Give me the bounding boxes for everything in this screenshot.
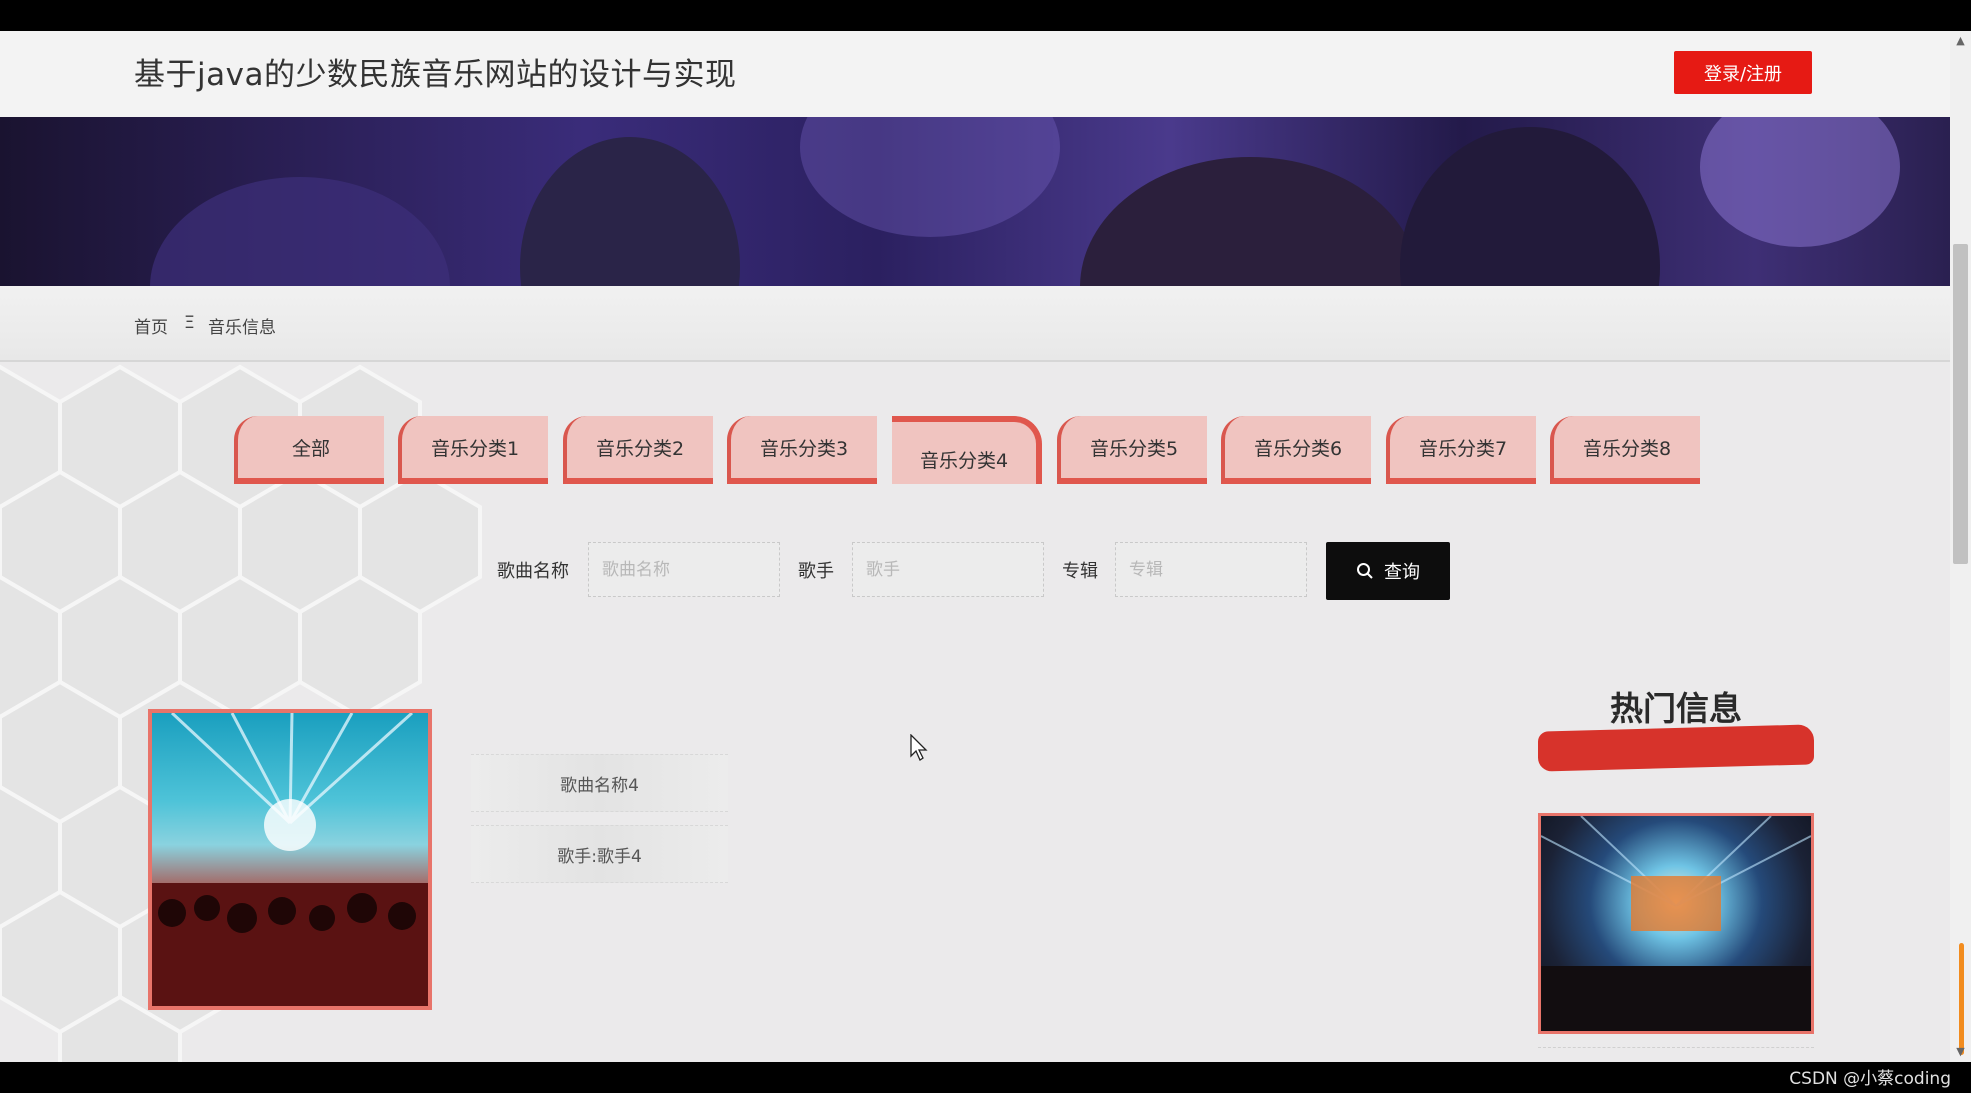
banner-light	[800, 117, 1060, 237]
hot-title-underline	[1538, 724, 1814, 772]
scroll-down-arrow-icon[interactable]: ▼	[1950, 1044, 1971, 1060]
breadcrumb-home-link[interactable]: 首页	[134, 313, 168, 338]
site-title: 基于java的少数民族音乐网站的设计与实现	[134, 57, 737, 93]
concert-banner-image	[0, 117, 1950, 286]
tab-category-6[interactable]: 音乐分类6	[1221, 416, 1371, 484]
scroll-up-arrow-icon[interactable]: ▲	[1950, 33, 1971, 49]
search-button-label: 查询	[1384, 562, 1420, 583]
banner-light	[1700, 117, 1900, 247]
singer-input[interactable]	[852, 542, 1044, 597]
breadcrumb-current: 音乐信息	[208, 318, 276, 338]
site-header: 基于java的少数民族音乐网站的设计与实现 登录/注册	[0, 31, 1950, 117]
mouse-cursor-icon	[910, 734, 928, 761]
album-label: 专辑	[1062, 561, 1098, 582]
search-button[interactable]: 查询	[1326, 542, 1450, 600]
banner-silhouette	[520, 137, 740, 286]
concert-lights-illustration	[152, 713, 428, 1006]
csdn-watermark: CSDN @小蔡coding	[1789, 1069, 1951, 1089]
page-viewport: 基于java的少数民族音乐网站的设计与实现 登录/注册 首页 Ξ 音乐信息 全部…	[0, 31, 1950, 1062]
stage-illustration	[1541, 816, 1811, 1031]
window-bottom-bar	[0, 1062, 1971, 1093]
search-icon	[1357, 563, 1373, 579]
song-name-input[interactable]	[588, 542, 780, 597]
scroll-position-marker	[1959, 943, 1964, 1055]
singer-label: 歌手	[798, 561, 834, 582]
tab-category-5[interactable]: 音乐分类5	[1057, 416, 1207, 484]
tab-category-4[interactable]: 音乐分类4	[892, 416, 1042, 484]
tab-category-8[interactable]: 音乐分类8	[1550, 416, 1700, 484]
banner-silhouette	[150, 177, 450, 286]
song-name-text[interactable]: 歌曲名称4	[471, 754, 728, 812]
tab-category-2[interactable]: 音乐分类2	[563, 416, 713, 484]
singer-text: 歌手:歌手4	[471, 825, 728, 883]
hot-info-image[interactable]	[1538, 813, 1814, 1034]
music-cover-image[interactable]	[148, 709, 432, 1010]
tab-category-7[interactable]: 音乐分类7	[1386, 416, 1536, 484]
banner-silhouette	[1080, 157, 1420, 286]
tab-all[interactable]: 全部	[234, 416, 384, 484]
song-name-label: 歌曲名称	[497, 561, 569, 582]
tab-category-3[interactable]: 音乐分类3	[727, 416, 877, 484]
login-register-button[interactable]: 登录/注册	[1674, 51, 1812, 94]
window-top-bar	[0, 0, 1971, 31]
vertical-scrollbar[interactable]: ▲ ▼	[1950, 31, 1971, 1062]
banner-silhouette	[1400, 127, 1660, 286]
hot-info-title: 热门信息	[1610, 689, 1742, 728]
scrollbar-thumb[interactable]	[1953, 244, 1968, 564]
breadcrumb: 首页 Ξ 音乐信息	[0, 286, 1950, 362]
tab-category-1[interactable]: 音乐分类1	[398, 416, 548, 484]
hot-divider	[1538, 1047, 1814, 1048]
breadcrumb-separator-icon: Ξ	[184, 313, 195, 333]
album-input[interactable]	[1115, 542, 1307, 597]
